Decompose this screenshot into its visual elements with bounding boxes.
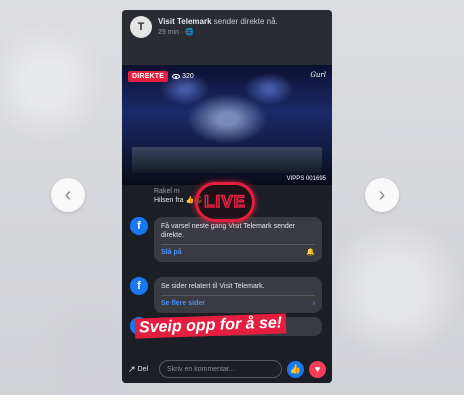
heart-icon: ♥ bbox=[314, 364, 321, 374]
notification-bubble: Få varsel neste gang Visit Telemark send… bbox=[154, 217, 322, 262]
comment-text: Hilsen fra bbox=[154, 197, 186, 204]
live-badge: LIVE bbox=[195, 182, 255, 222]
previous-button[interactable]: ‹ bbox=[51, 178, 85, 212]
turn-on-label: Slå på bbox=[161, 249, 182, 256]
header-action: sender direkte nå. bbox=[213, 17, 278, 26]
notification-text: Få varsel neste gang Visit Telemark send… bbox=[161, 223, 295, 239]
bottom-strip bbox=[0, 395, 464, 413]
next-button[interactable]: › bbox=[365, 178, 399, 212]
see-more-pages-link[interactable]: Se flere sider › bbox=[161, 299, 315, 308]
chevron-left-icon: ‹ bbox=[64, 184, 72, 206]
live-chip: DIREKTE 320 bbox=[128, 71, 194, 82]
love-button[interactable]: ♥ bbox=[309, 360, 326, 378]
see-more-pages-label: Se flere sider bbox=[161, 300, 205, 307]
video-stage bbox=[132, 147, 322, 173]
notification-bubble: Se sider relatert til Visit Telemark. Se… bbox=[154, 277, 322, 313]
share-icon: ↗ bbox=[128, 363, 136, 374]
swipe-up-text: Sveip opp for å se! bbox=[138, 314, 283, 337]
live-video[interactable]: DIREKTE 320 Gurl VIPPS 001695 bbox=[122, 65, 332, 185]
share-button[interactable]: ↗ Del bbox=[128, 364, 154, 375]
turn-on-link[interactable]: Slå på 🔔 bbox=[161, 248, 315, 257]
live-badge-text: LIVE bbox=[203, 191, 246, 212]
bell-icon: 🔔 bbox=[306, 249, 315, 256]
divider bbox=[161, 295, 315, 296]
globe-icon: 🌐 bbox=[185, 29, 194, 36]
share-label: Del bbox=[137, 365, 149, 373]
comment-input[interactable]: Skriv en kommentar... bbox=[159, 360, 282, 378]
chevron-right-icon: › bbox=[378, 184, 386, 206]
thumbs-up-emoji-icon: 👍 bbox=[185, 197, 195, 204]
avatar[interactable]: T bbox=[130, 16, 152, 38]
viewer-count: 320 bbox=[172, 73, 194, 80]
facebook-icon: f bbox=[130, 277, 148, 295]
notification-item: f Få varsel neste gang Visit Telemark se… bbox=[130, 217, 322, 262]
eye-icon bbox=[172, 74, 181, 79]
notification-text: Se sider relatert til Visit Telemark. bbox=[161, 283, 265, 290]
viewer-count-value: 320 bbox=[182, 73, 194, 80]
header-text: Visit Telemark sender direkte nå. 29 min… bbox=[158, 16, 278, 59]
timestamp: 29 min · bbox=[158, 29, 186, 36]
story-header: T Visit Telemark sender direkte nå. 29 m… bbox=[122, 10, 332, 65]
divider bbox=[161, 244, 315, 245]
story-footer: ↗ Del Skriv en kommentar... 👍 ♥ bbox=[122, 355, 332, 383]
avatar-letter: T bbox=[137, 21, 145, 33]
brand-logo: Gurl bbox=[310, 71, 326, 79]
facebook-icon: f bbox=[130, 217, 148, 235]
page-name[interactable]: Visit Telemark bbox=[158, 17, 212, 26]
like-button[interactable]: 👍 bbox=[287, 360, 304, 378]
live-label: DIREKTE bbox=[128, 71, 169, 82]
vipps-code: VIPPS 001695 bbox=[286, 176, 326, 182]
thumbs-up-icon: 👍 bbox=[289, 363, 302, 374]
chevron-right-icon: › bbox=[312, 300, 315, 307]
notification-item: f Se sider relatert til Visit Telemark. … bbox=[130, 277, 322, 313]
comment-placeholder: Skriv en kommentar... bbox=[167, 365, 235, 373]
